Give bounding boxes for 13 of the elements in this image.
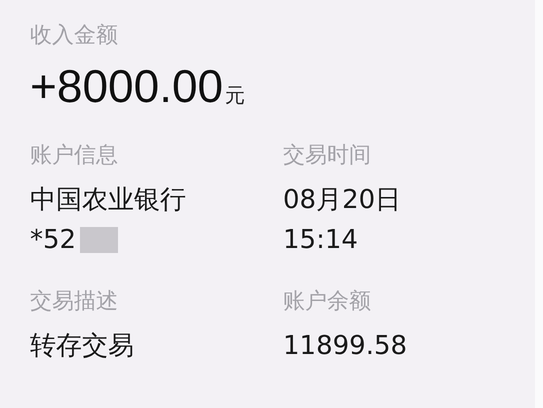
detail-value: 中国农业银行 — [30, 184, 186, 217]
detail-label: 账户余额 — [283, 288, 372, 316]
detail-value: 11899.58 — [283, 330, 408, 363]
detail-label: 交易时间 — [283, 142, 372, 170]
income-label: 收入金额 — [30, 22, 119, 50]
income-amount: +8000.00 — [30, 59, 224, 114]
detail-value: 08月20日 — [283, 184, 402, 217]
detail-label: 账户信息 — [30, 142, 119, 170]
detail-label: 交易描述 — [30, 288, 119, 316]
detail-value: *52 — [30, 224, 76, 257]
currency-unit: 元 — [225, 82, 246, 109]
detail-value: 转存交易 — [30, 330, 134, 363]
detail-value: 15:14 — [283, 224, 358, 257]
